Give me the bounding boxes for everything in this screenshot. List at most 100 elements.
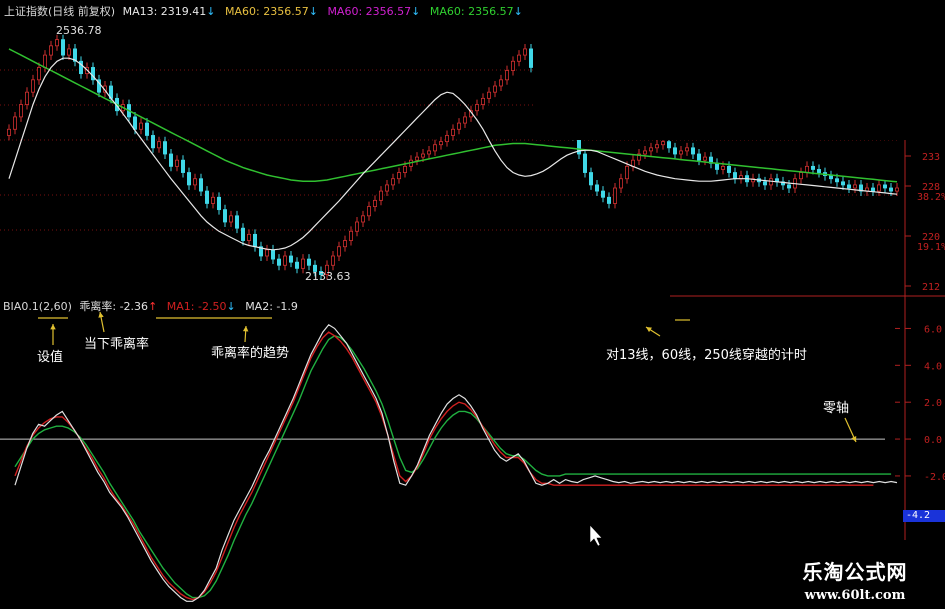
candle-body bbox=[354, 221, 359, 232]
candle-body bbox=[18, 104, 23, 118]
candle-body bbox=[432, 144, 437, 152]
candle-body bbox=[871, 187, 876, 192]
candle-body bbox=[601, 190, 606, 198]
candle-body bbox=[805, 165, 810, 173]
price-panel-header: 上证指数(日线 前复权) MA13: 2319.41↓ MA60: 2356.5… bbox=[4, 3, 523, 19]
candle-body bbox=[480, 97, 485, 105]
percent-tick-label: 19.1% bbox=[917, 242, 945, 253]
indicator-tick-label: -2.0 bbox=[924, 472, 945, 483]
candle-body bbox=[787, 184, 792, 189]
candle-body bbox=[691, 147, 696, 155]
candle-body bbox=[877, 184, 882, 192]
candle-body bbox=[192, 178, 197, 186]
candle-body bbox=[595, 184, 600, 192]
candle-body bbox=[589, 172, 594, 186]
candle-body bbox=[228, 215, 233, 223]
down-arrow-icon: ↓ bbox=[206, 5, 216, 18]
candle-body bbox=[414, 156, 419, 161]
down-arrow-icon: ↓ bbox=[411, 5, 421, 18]
candle-body bbox=[402, 165, 407, 173]
ma60-label-yellow: MA60: 2356.57 bbox=[225, 5, 309, 18]
price-tick-label: 212 bbox=[922, 282, 940, 293]
candle-body bbox=[210, 196, 215, 204]
candle-body bbox=[661, 141, 666, 146]
candle-body bbox=[529, 48, 534, 68]
indicator-name: BIA0.1(2,60) bbox=[3, 300, 72, 313]
price-tick-label: 233 bbox=[922, 152, 940, 163]
candle-body bbox=[817, 169, 822, 173]
candle-body bbox=[276, 258, 281, 266]
indicator-tick-label: 0.0 bbox=[924, 435, 942, 446]
candle-body bbox=[7, 128, 12, 136]
candle-body bbox=[204, 190, 209, 204]
candle-body bbox=[150, 135, 155, 149]
candle-body bbox=[492, 85, 497, 93]
ma2-label: MA2: -1.9 bbox=[245, 300, 298, 313]
candle-body bbox=[697, 153, 702, 161]
candle-body bbox=[264, 249, 269, 257]
candle-body bbox=[61, 39, 66, 56]
annotation-zero-axis: 零轴 bbox=[823, 401, 850, 416]
percent-tick-label: 38.2% bbox=[917, 192, 945, 203]
ma60-label-magenta: MA60: 2356.57 bbox=[327, 5, 412, 18]
indicator-tick-label: 6.0 bbox=[924, 324, 942, 335]
candle-body bbox=[474, 104, 479, 112]
candle-body bbox=[673, 147, 678, 155]
candle-body bbox=[360, 215, 365, 223]
bias-label: 乖离率: -2.36 bbox=[79, 300, 149, 313]
candle-body bbox=[222, 209, 227, 223]
candle-body bbox=[486, 91, 491, 99]
candle-body bbox=[330, 255, 335, 266]
candle-body bbox=[733, 172, 738, 180]
candle-body bbox=[252, 233, 257, 248]
candle-body bbox=[667, 141, 672, 149]
candle-body bbox=[336, 246, 341, 257]
indicator-header: BIA0.1(2,60) 乖离率: -2.36↑ MA1: -2.50↓ MA2… bbox=[3, 298, 298, 314]
candle-body bbox=[12, 116, 17, 130]
mouse-cursor-icon bbox=[589, 524, 603, 547]
bias-series-line bbox=[14, 335, 892, 599]
candle-body bbox=[438, 141, 443, 146]
candle-body bbox=[703, 156, 708, 161]
current-value-box: -4.2 bbox=[903, 510, 945, 522]
indicator-tick-label: 4.0 bbox=[924, 361, 942, 372]
candle-body bbox=[162, 141, 167, 155]
candle-body bbox=[715, 162, 720, 170]
bias-trend-arrow-head bbox=[242, 326, 249, 332]
bias-series-line bbox=[14, 324, 898, 602]
candle-body bbox=[144, 122, 149, 136]
candle-body bbox=[234, 215, 239, 229]
set-value-arrow-head bbox=[50, 324, 56, 330]
candle-body bbox=[43, 54, 48, 68]
candle-body bbox=[138, 122, 143, 130]
candle-body bbox=[450, 128, 455, 136]
candle-body bbox=[456, 122, 461, 130]
candle-body bbox=[685, 147, 690, 152]
candle-body bbox=[67, 48, 72, 56]
candle-body bbox=[523, 48, 528, 56]
candle-body bbox=[510, 60, 515, 71]
candle-body bbox=[847, 184, 852, 189]
candle-body bbox=[426, 150, 431, 155]
candle-body bbox=[55, 39, 60, 47]
candle-body bbox=[306, 258, 311, 266]
candle-body bbox=[396, 172, 401, 180]
candle-body bbox=[655, 144, 660, 149]
candle-body bbox=[583, 153, 588, 173]
candle-body bbox=[198, 178, 203, 192]
candle-body bbox=[30, 79, 35, 93]
candle-body bbox=[889, 187, 894, 192]
candle-body bbox=[799, 172, 804, 180]
candle-body bbox=[246, 233, 251, 241]
candle-body bbox=[841, 181, 846, 186]
candle-body bbox=[384, 184, 389, 192]
candle-body bbox=[835, 178, 840, 183]
candle-body bbox=[378, 190, 383, 201]
candle-body bbox=[607, 196, 612, 204]
candle-body bbox=[156, 141, 161, 149]
indicator-tick-label: 2.0 bbox=[924, 398, 942, 409]
candle-body bbox=[613, 187, 618, 204]
candle-body bbox=[504, 70, 509, 81]
candle-body bbox=[883, 184, 888, 189]
index-title: 上证指数(日线 前复权) bbox=[4, 5, 116, 18]
